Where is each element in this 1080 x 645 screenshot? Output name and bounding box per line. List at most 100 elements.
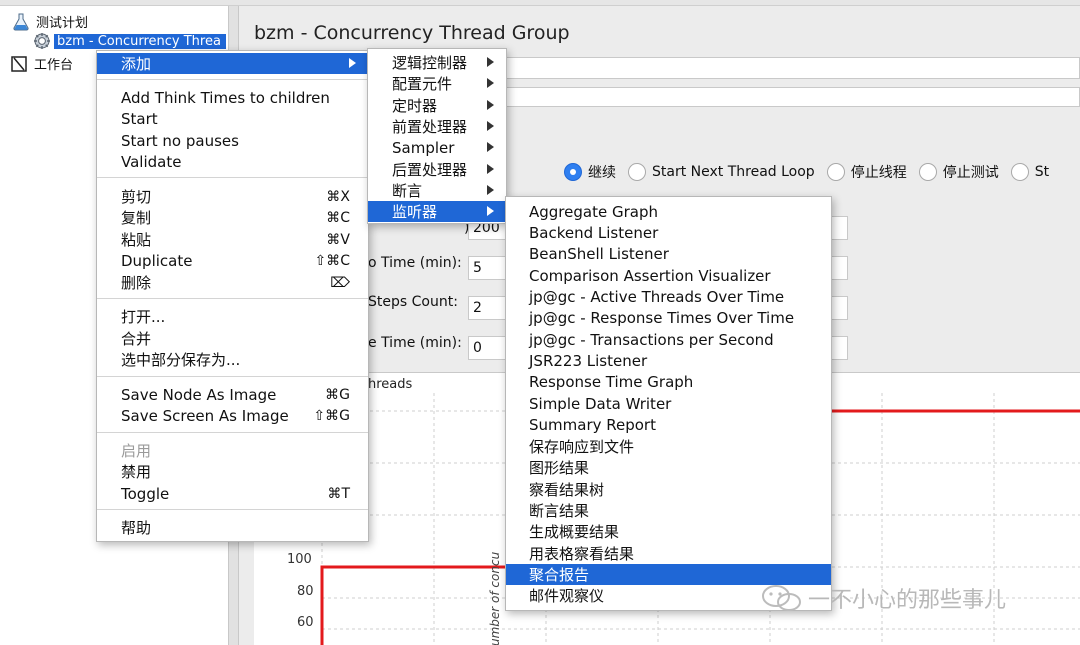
menu-shortcut: ⌘G: [325, 386, 350, 403]
context-menu-item[interactable]: 选中部分保存为...: [97, 349, 368, 370]
submenu-arrow-icon: [487, 78, 494, 89]
menu-item-label: Response Time Graph: [529, 373, 694, 392]
menu-item-label: Save Screen As Image: [121, 406, 289, 425]
menu-item-label: 邮件观察仪: [529, 587, 605, 606]
menu-item-label: 选中部分保存为...: [121, 351, 241, 369]
menu-separator: [97, 298, 368, 299]
menu-item-label: jp@gc - Response Times Over Time: [529, 309, 795, 328]
listener-submenu-item[interactable]: Response Time Graph: [506, 372, 831, 393]
listener-submenu-item[interactable]: Aggregate Graph: [506, 201, 831, 222]
context-menu-item[interactable]: 复制 ⌘C: [97, 207, 368, 228]
listener-submenu-item[interactable]: BeanShell Listener: [506, 244, 831, 265]
context-menu-item[interactable]: Start: [97, 108, 368, 129]
context-menu-item[interactable]: Toggle ⌘T: [97, 483, 368, 504]
menu-item-label: 添加: [121, 55, 152, 73]
listener-submenu-item[interactable]: 用表格察看结果: [506, 543, 831, 564]
listener-submenu-item[interactable]: 察看结果树: [506, 479, 831, 500]
menu-item-label: 逻辑控制器: [392, 54, 468, 72]
menu-shortcut: ⌘V: [326, 231, 350, 248]
radio-button[interactable]: [1010, 163, 1029, 181]
context-menu: 添加 Add Think Times to children Start Start …: [96, 50, 369, 542]
context-menu-item[interactable]: 合并: [97, 328, 368, 349]
tree-node-test-plan[interactable]: 测试计划: [12, 12, 91, 31]
listener-submenu-item[interactable]: Summary Report: [506, 415, 831, 436]
context-menu-item[interactable]: 添加: [97, 53, 368, 74]
context-menu-item[interactable]: Save Screen As Image ⇧⌘G: [97, 405, 368, 426]
add-submenu-item[interactable]: 前置处理器: [368, 116, 506, 137]
context-menu-item[interactable]: Start no pauses: [97, 130, 368, 151]
tree-label: bzm - Concurrency Threa: [54, 33, 226, 49]
menu-item-label: JSR223 Listener: [529, 351, 648, 370]
page-title: bzm - Concurrency Thread Group: [254, 22, 570, 44]
listener-submenu-item[interactable]: JSR223 Listener: [506, 350, 831, 371]
menu-item-label: Simple Data Writer: [529, 394, 672, 413]
menu-item-label: 粘贴: [121, 231, 152, 249]
listener-submenu-item[interactable]: jp@gc - Active Threads Over Time: [506, 286, 831, 307]
radio-button[interactable]: [918, 163, 937, 181]
add-submenu-item[interactable]: 配置元件: [368, 73, 506, 94]
menu-shortcut: ⇧⌘G: [313, 407, 350, 424]
menu-item-label: 启用: [121, 442, 152, 460]
menu-item-label: Sampler: [392, 138, 455, 157]
context-menu-item[interactable]: Validate: [97, 151, 368, 172]
chart-ylabel: umber of concu: [488, 551, 502, 645]
add-submenu-item[interactable]: 断言: [368, 180, 506, 201]
menu-item-label: 聚合报告: [529, 565, 590, 584]
menu-separator: [97, 177, 368, 178]
menu-separator: [97, 376, 368, 377]
context-menu-item[interactable]: Add Think Times to children: [97, 87, 368, 108]
add-submenu-item[interactable]: 定时器: [368, 95, 506, 116]
menu-item-label: 打开...: [121, 308, 166, 326]
radio-label: Start Next Thread Loop: [652, 164, 815, 180]
context-menu-item[interactable]: 粘贴 ⌘V: [97, 229, 368, 250]
add-submenu: 逻辑控制器 配置元件 定时器 前置处理器 Sampler 后置处理器断言监听器: [367, 48, 507, 224]
context-menu-item[interactable]: 打开...: [97, 306, 368, 327]
context-menu-item[interactable]: Duplicate ⇧⌘C: [97, 250, 368, 271]
listener-submenu-item[interactable]: 生成概要结果: [506, 521, 831, 542]
menu-item-label: Backend Listener: [529, 223, 659, 242]
listener-submenu-item[interactable]: Comparison Assertion Visualizer: [506, 265, 831, 286]
add-submenu-item[interactable]: 监听器: [368, 201, 506, 223]
error-action-radio[interactable]: Start Next Thread Loop: [628, 163, 815, 181]
chart-ytick: 80: [297, 584, 314, 599]
context-menu-item[interactable]: 帮助: [97, 517, 368, 538]
listener-submenu-item[interactable]: 断言结果: [506, 500, 831, 521]
add-submenu-item[interactable]: Sampler: [368, 137, 506, 158]
radio-button[interactable]: [826, 163, 845, 181]
menu-item-label: Toggle: [121, 484, 170, 503]
context-menu-item: 启用: [97, 440, 368, 461]
radio-button[interactable]: [628, 163, 646, 181]
add-submenu-item[interactable]: 后置处理器: [368, 159, 506, 180]
listener-submenu-item[interactable]: jp@gc - Response Times Over Time: [506, 308, 831, 329]
listener-submenu-item[interactable]: Backend Listener: [506, 222, 831, 243]
menu-item-label: Save Node As Image: [121, 385, 277, 404]
error-action-radio[interactable]: 停止线程: [826, 162, 907, 182]
radio-button[interactable]: [564, 163, 582, 181]
chart-ytick: 100: [287, 552, 312, 567]
add-submenu-item[interactable]: 逻辑控制器: [368, 52, 506, 73]
menu-item-label: 断言结果: [529, 501, 590, 520]
tree-node-workbench[interactable]: 工作台: [10, 54, 76, 73]
listener-submenu-item[interactable]: 图形结果: [506, 457, 831, 478]
tree-node-concurrency-thread-group[interactable]: bzm - Concurrency Threa: [33, 32, 226, 50]
menu-item-label: 监听器: [392, 203, 438, 222]
error-action-radio[interactable]: St: [1010, 163, 1049, 181]
chart-ytick: 60: [297, 615, 314, 630]
menu-item-label: 断言: [392, 181, 423, 200]
submenu-arrow-icon: [487, 184, 494, 195]
menu-item-label: 图形结果: [529, 459, 590, 478]
error-action-radio[interactable]: 继续: [564, 162, 616, 182]
menu-shortcut: ⌘X: [326, 188, 350, 205]
context-menu-item[interactable]: Save Node As Image ⌘G: [97, 384, 368, 405]
listener-submenu: Aggregate Graph Backend Listener BeanShell…: [505, 196, 832, 611]
listener-submenu-item[interactable]: 保存响应到文件: [506, 436, 831, 457]
menu-item-label: 后置处理器: [392, 160, 468, 179]
menu-shortcut: ⌘T: [327, 485, 350, 502]
context-menu-item[interactable]: 剪切 ⌘X: [97, 186, 368, 207]
listener-submenu-item[interactable]: jp@gc - Transactions per Second: [506, 329, 831, 350]
listener-submenu-item[interactable]: Simple Data Writer: [506, 393, 831, 414]
context-menu-item[interactable]: 禁用: [97, 461, 368, 482]
context-menu-item[interactable]: 删除 ⌦: [97, 272, 368, 293]
menu-item-label: Start: [121, 109, 158, 128]
error-action-radio[interactable]: 停止测试: [918, 162, 999, 182]
